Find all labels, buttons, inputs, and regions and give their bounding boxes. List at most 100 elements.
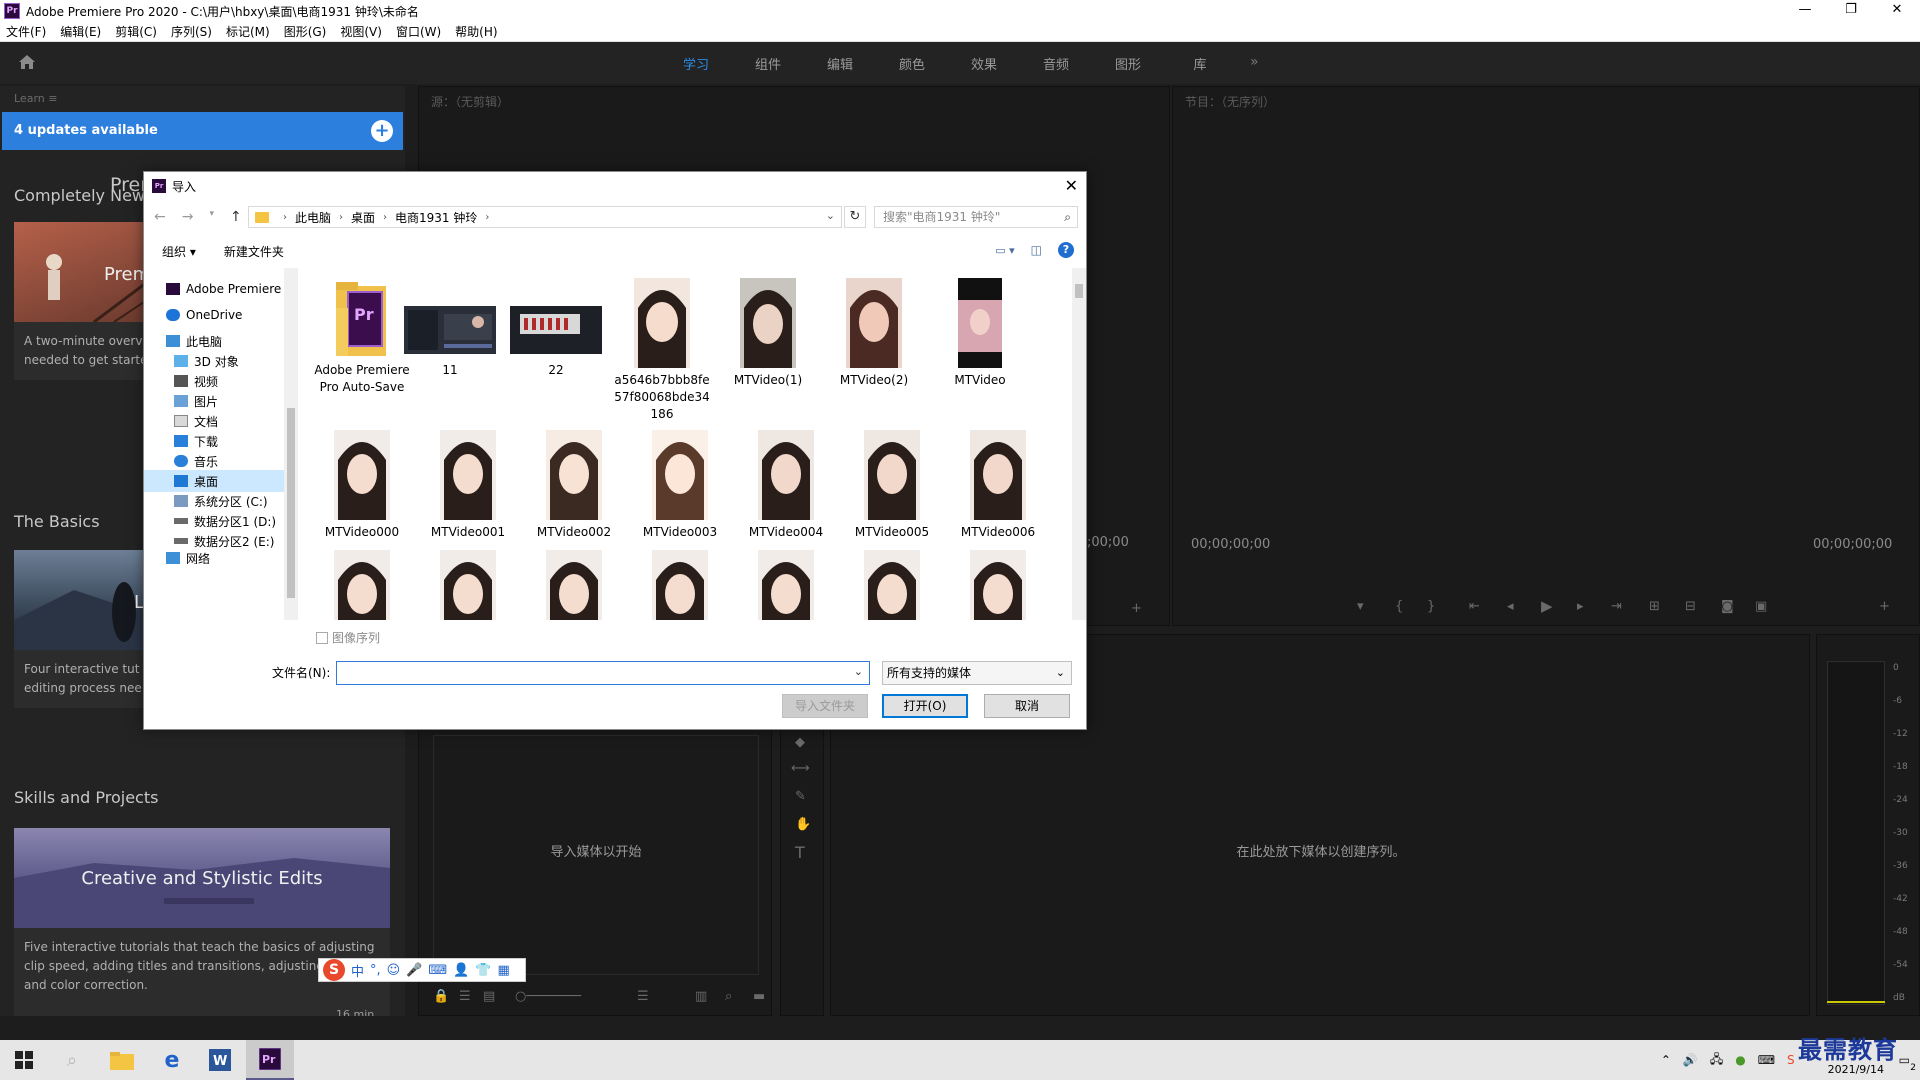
file-item-video[interactable]: MTVideo004 <box>736 430 836 541</box>
tab-audio[interactable]: 音频 <box>1020 54 1092 73</box>
tree-item-music[interactable]: 音乐 <box>174 450 218 472</box>
help-icon[interactable]: ? <box>1058 242 1074 258</box>
sort-icon[interactable]: ☰ <box>637 989 649 1004</box>
filename-input[interactable]: ⌄ <box>336 661 870 685</box>
ime-punctuation-icon[interactable]: °, <box>370 963 381 978</box>
menu-clip[interactable]: 剪辑(C) <box>115 23 157 40</box>
updates-banner[interactable]: 4 updates available + <box>2 112 403 150</box>
tree-item-documents[interactable]: 文档 <box>174 410 218 432</box>
file-item-video[interactable] <box>418 550 518 620</box>
learn-panel-header[interactable]: Learn ≡ <box>0 86 405 112</box>
preview-pane-icon[interactable]: ◫ <box>1031 243 1042 257</box>
tab-editing[interactable]: 编辑 <box>804 54 876 73</box>
camera-icon[interactable]: ◙ <box>1721 599 1734 614</box>
breadcrumb-folder[interactable]: 电商1931 钟玲 <box>395 209 477 226</box>
premiere-taskbar-icon[interactable]: Pr <box>246 1040 294 1080</box>
tree-scrollbar[interactable] <box>284 268 298 620</box>
tutorial-card[interactable]: Creative and Stylistic Edits Five intera… <box>14 828 390 1016</box>
search-icon[interactable]: ⌕ <box>1064 207 1071 227</box>
file-item-folder[interactable]: Pr Adobe Premiere Pro Auto-Save <box>312 278 412 396</box>
ime-voice-icon[interactable]: 🎤 <box>406 963 422 978</box>
file-item-video[interactable]: MTVideo006 <box>948 430 1048 541</box>
more-workspaces-icon[interactable]: » <box>1250 54 1259 70</box>
lift-icon[interactable]: ⊞ <box>1649 599 1660 614</box>
go-to-in-icon[interactable]: ⇤ <box>1469 599 1480 614</box>
file-item-video[interactable]: MTVideo(2) <box>824 278 924 389</box>
extract-icon[interactable]: ⊟ <box>1685 599 1696 614</box>
recent-dropdown-icon[interactable]: ▾ <box>209 209 214 225</box>
menu-markers[interactable]: 标记(M) <box>226 23 270 40</box>
file-item-video[interactable] <box>736 550 836 620</box>
ime-toolbar[interactable]: S 中 °, ☺ 🎤 ⌨ 👤 👕 ▦ <box>318 958 526 982</box>
checkbox-icon[interactable] <box>316 631 328 644</box>
tree-item-desktop[interactable]: 桌面 <box>144 470 284 492</box>
ime-icon[interactable]: ⌨ <box>1758 1053 1775 1067</box>
ime-skin-icon[interactable]: 👕 <box>475 963 491 978</box>
volume-icon[interactable]: 🔊 <box>1683 1053 1698 1067</box>
tree-item-network[interactable]: 网络 <box>166 552 210 564</box>
ime-user-icon[interactable]: 👤 <box>453 963 469 978</box>
tab-learn[interactable]: 学习 <box>660 54 732 73</box>
network-icon[interactable]: 🖧 <box>1710 1050 1723 1071</box>
chevron-down-icon[interactable]: ⌄ <box>1056 662 1065 684</box>
refresh-icon[interactable]: ↻ <box>844 206 866 228</box>
razor-tool-icon[interactable]: ◆ <box>795 735 805 750</box>
compare-icon[interactable]: ▣ <box>1755 599 1767 614</box>
lock-icon[interactable]: 🔒 <box>433 989 449 1004</box>
file-item-video[interactable] <box>630 550 730 620</box>
tab-effects[interactable]: 效果 <box>948 54 1020 73</box>
icon-view-icon[interactable]: ▤ <box>483 989 495 1004</box>
ime-chinese-mode[interactable]: 中 <box>351 961 364 980</box>
new-bin-icon[interactable]: ▬ <box>753 989 765 1004</box>
slip-tool-icon[interactable]: ⟷ <box>791 761 810 776</box>
marker-icon[interactable]: ▾ <box>1357 599 1364 614</box>
file-item-video[interactable]: 22 <box>506 278 606 379</box>
tree-item-drive-d[interactable]: 数据分区1 (D:) <box>174 510 276 532</box>
edge-browser-icon[interactable]: e <box>148 1040 196 1080</box>
notification-icon[interactable]: ▭ 2 <box>1899 1053 1916 1073</box>
program-panel-header[interactable]: 节目：（无序列） <box>1185 93 1275 110</box>
address-bar[interactable]: › 此电脑 › 桌面 › 电商1931 钟玲 › ⌄ <box>248 206 842 228</box>
file-item-video[interactable]: MTVideo <box>930 278 1030 389</box>
plus-icon[interactable]: + <box>371 120 393 142</box>
tree-item-videos[interactable]: 视频 <box>174 370 218 392</box>
view-options-icon[interactable]: ▭ ▾ <box>995 244 1014 257</box>
tree-item-downloads[interactable]: 下载 <box>174 430 218 452</box>
play-icon[interactable]: ▶ <box>1541 597 1553 615</box>
automate-icon[interactable]: ▥ <box>695 989 707 1004</box>
tab-color[interactable]: 颜色 <box>876 54 948 73</box>
close-button[interactable]: ✕ <box>1874 0 1920 22</box>
file-item-video[interactable] <box>312 550 412 620</box>
menu-sequence[interactable]: 序列(S) <box>171 23 212 40</box>
organize-button[interactable]: 组织 ▾ <box>162 243 196 260</box>
file-type-select[interactable]: 所有支持的媒体 ⌄ <box>882 661 1072 685</box>
menu-edit[interactable]: 编辑(E) <box>60 23 101 40</box>
file-item-video[interactable]: MTVideo000 <box>312 430 412 541</box>
file-item-video[interactable] <box>948 550 1048 620</box>
source-panel-header[interactable]: 源：（无剪辑） <box>431 93 509 110</box>
home-icon[interactable] <box>18 54 36 70</box>
open-button[interactable]: 打开(O) <box>882 694 968 718</box>
menu-view[interactable]: 视图(V) <box>340 23 382 40</box>
ime-keyboard-icon[interactable]: ⌨ <box>428 963 447 978</box>
tree-item-onedrive[interactable]: OneDrive <box>166 304 242 326</box>
search-input[interactable]: 搜索"电商1931 钟玲" ⌕ <box>874 206 1078 228</box>
chevron-down-icon[interactable]: ⌄ <box>854 665 863 678</box>
file-item-video[interactable] <box>524 550 624 620</box>
mark-in-icon[interactable]: { <box>1395 599 1403 614</box>
menu-graphics[interactable]: 图形(G) <box>284 23 327 40</box>
source-timecode[interactable]: ;00;00 <box>1087 535 1129 550</box>
go-to-out-icon[interactable]: ⇥ <box>1611 599 1622 614</box>
tree-item-pictures[interactable]: 图片 <box>174 390 218 412</box>
ime-emoji-icon[interactable]: ☺ <box>387 963 401 978</box>
file-item-video[interactable]: MTVideo002 <box>524 430 624 541</box>
file-item-video[interactable] <box>842 550 942 620</box>
tree-item-drive-e[interactable]: 数据分区2 (E:) <box>174 530 274 552</box>
tab-libraries[interactable]: 库 <box>1164 54 1236 73</box>
type-tool-icon[interactable]: T <box>795 843 805 862</box>
image-sequence-checkbox[interactable]: 图像序列 <box>316 629 380 646</box>
dialog-close-button[interactable]: ✕ <box>1065 176 1078 195</box>
breadcrumb-desktop[interactable]: 桌面 <box>351 209 375 226</box>
tree-item-adobe-premiere[interactable]: Adobe Premiere <box>166 278 281 300</box>
tab-graphics[interactable]: 图形 <box>1092 54 1164 73</box>
